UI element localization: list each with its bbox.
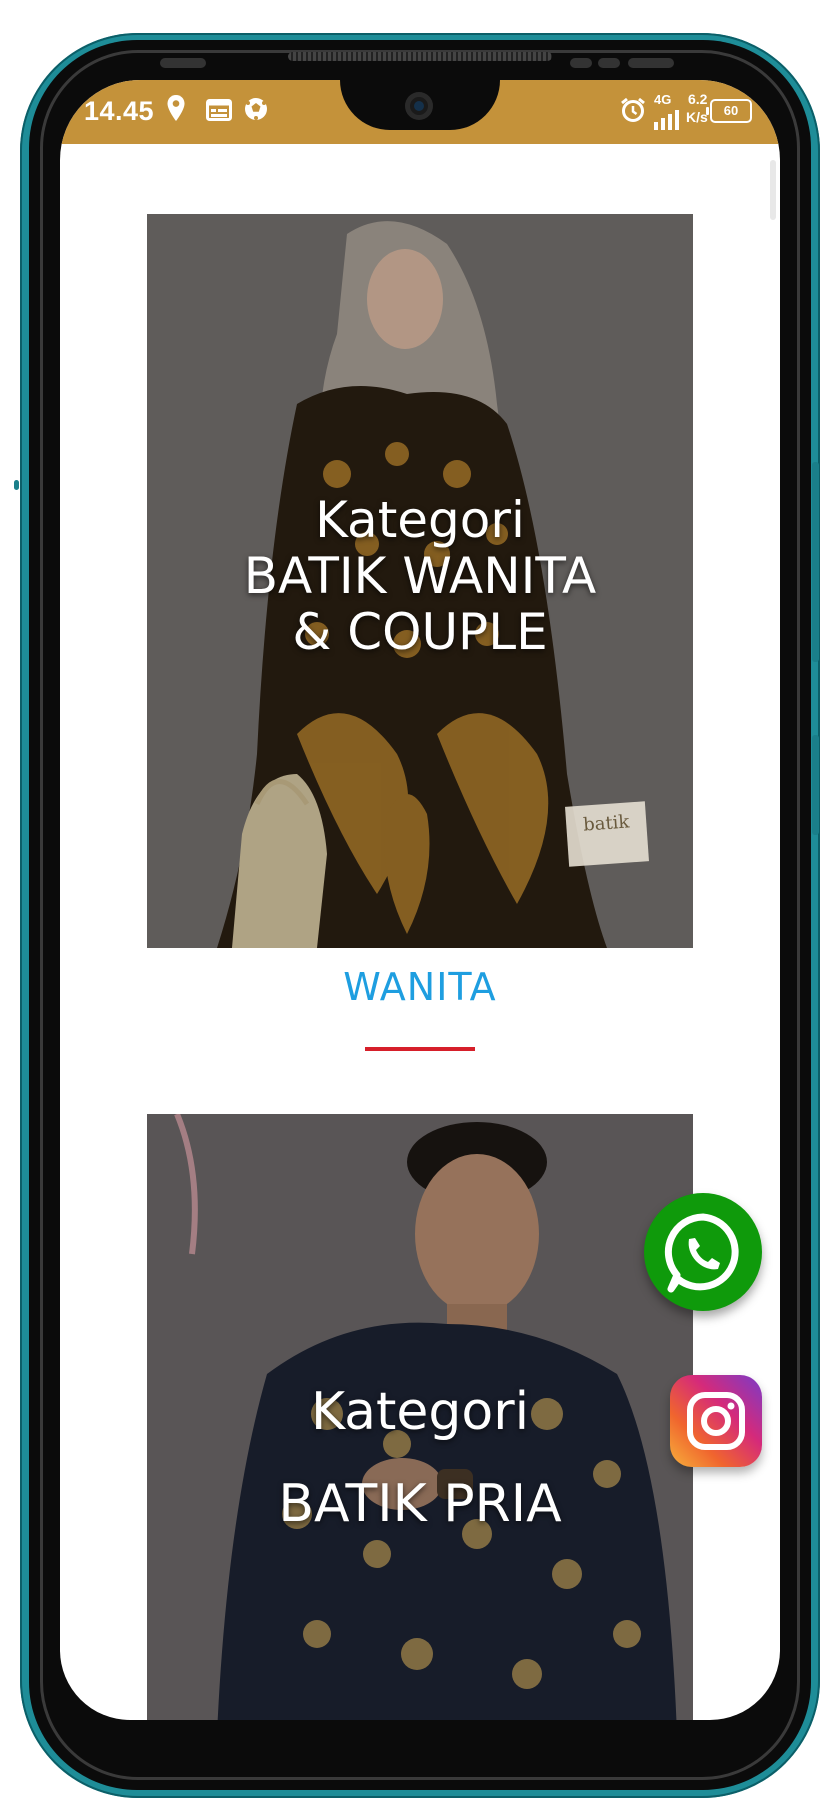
card-overlay-text: Kategori BATIK PRIA [147,1384,693,1532]
alarm-icon [620,97,646,130]
status-bar: 14.45 4G 6.2 K/s 60 [60,80,780,144]
phone-side-button [14,480,19,490]
overlay-line: Kategori [315,491,525,549]
overlay-line: Kategori [310,1382,530,1442]
network-speed-value: 6.2 [688,91,708,107]
location-icon [166,94,186,129]
instagram-button[interactable] [670,1375,762,1467]
brand-watermark: batik [565,801,649,867]
status-time: 14.45 [84,96,155,126]
screen: 14.45 4G 6.2 K/s 60 batik Kategori BATIK… [60,80,780,1720]
category-title-wanita[interactable]: WANITA [60,965,780,1009]
overlay-line: & COUPLE [292,603,548,661]
category-card-pria[interactable]: Kategori BATIK PRIA [147,1114,693,1720]
scrollbar[interactable] [770,160,776,220]
sensor [160,58,206,68]
overlay-line: BATIK WANITA [243,547,597,605]
whatsapp-icon [664,1213,739,1293]
network-speed-unit: K/s [686,109,708,125]
earpiece-speaker [288,52,552,61]
card-overlay-text: Kategori BATIK WANITA & COUPLE [147,492,693,660]
overlay-line: BATIK PRIA [278,1474,562,1534]
sensor [570,58,592,68]
title-divider [365,1047,475,1051]
battery-indicator: 60 [706,99,752,123]
front-camera [405,92,433,120]
sensor [598,58,620,68]
category-card-wanita[interactable]: batik Kategori BATIK WANITA & COUPLE [147,214,693,948]
soccer-ball-icon [243,96,269,129]
signal-icon [654,107,684,137]
phone-side-button [812,735,819,835]
calendar-icon [206,98,232,128]
phone-side-button [812,462,819,662]
sensor [628,58,674,68]
whatsapp-button[interactable] [644,1193,762,1311]
network-type: 4G [654,92,672,107]
instagram-icon [687,1392,745,1450]
